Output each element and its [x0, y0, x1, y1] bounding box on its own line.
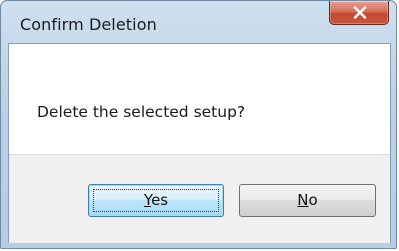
no-button[interactable]: No [239, 184, 376, 217]
dialog-client-area: Delete the selected setup? Yes No [8, 43, 391, 243]
close-icon [353, 6, 367, 19]
no-label-rest: o [308, 191, 318, 209]
no-button-label: No [297, 191, 317, 209]
no-mnemonic: N [297, 191, 309, 209]
yes-label-rest: es [151, 191, 169, 209]
yes-button-label: Yes [144, 191, 168, 209]
yes-mnemonic: Y [143, 191, 152, 209]
yes-button[interactable]: Yes [88, 184, 224, 217]
message-area: Delete the selected setup? [9, 44, 390, 154]
window-title: Confirm Deletion [20, 15, 157, 34]
close-button[interactable] [329, 1, 389, 25]
button-bar: Yes No [9, 154, 390, 243]
title-bar[interactable]: Confirm Deletion [1, 1, 396, 43]
dialog-window: Confirm Deletion Delete the selected set… [0, 0, 397, 249]
dialog-message: Delete the selected setup? [37, 103, 246, 121]
